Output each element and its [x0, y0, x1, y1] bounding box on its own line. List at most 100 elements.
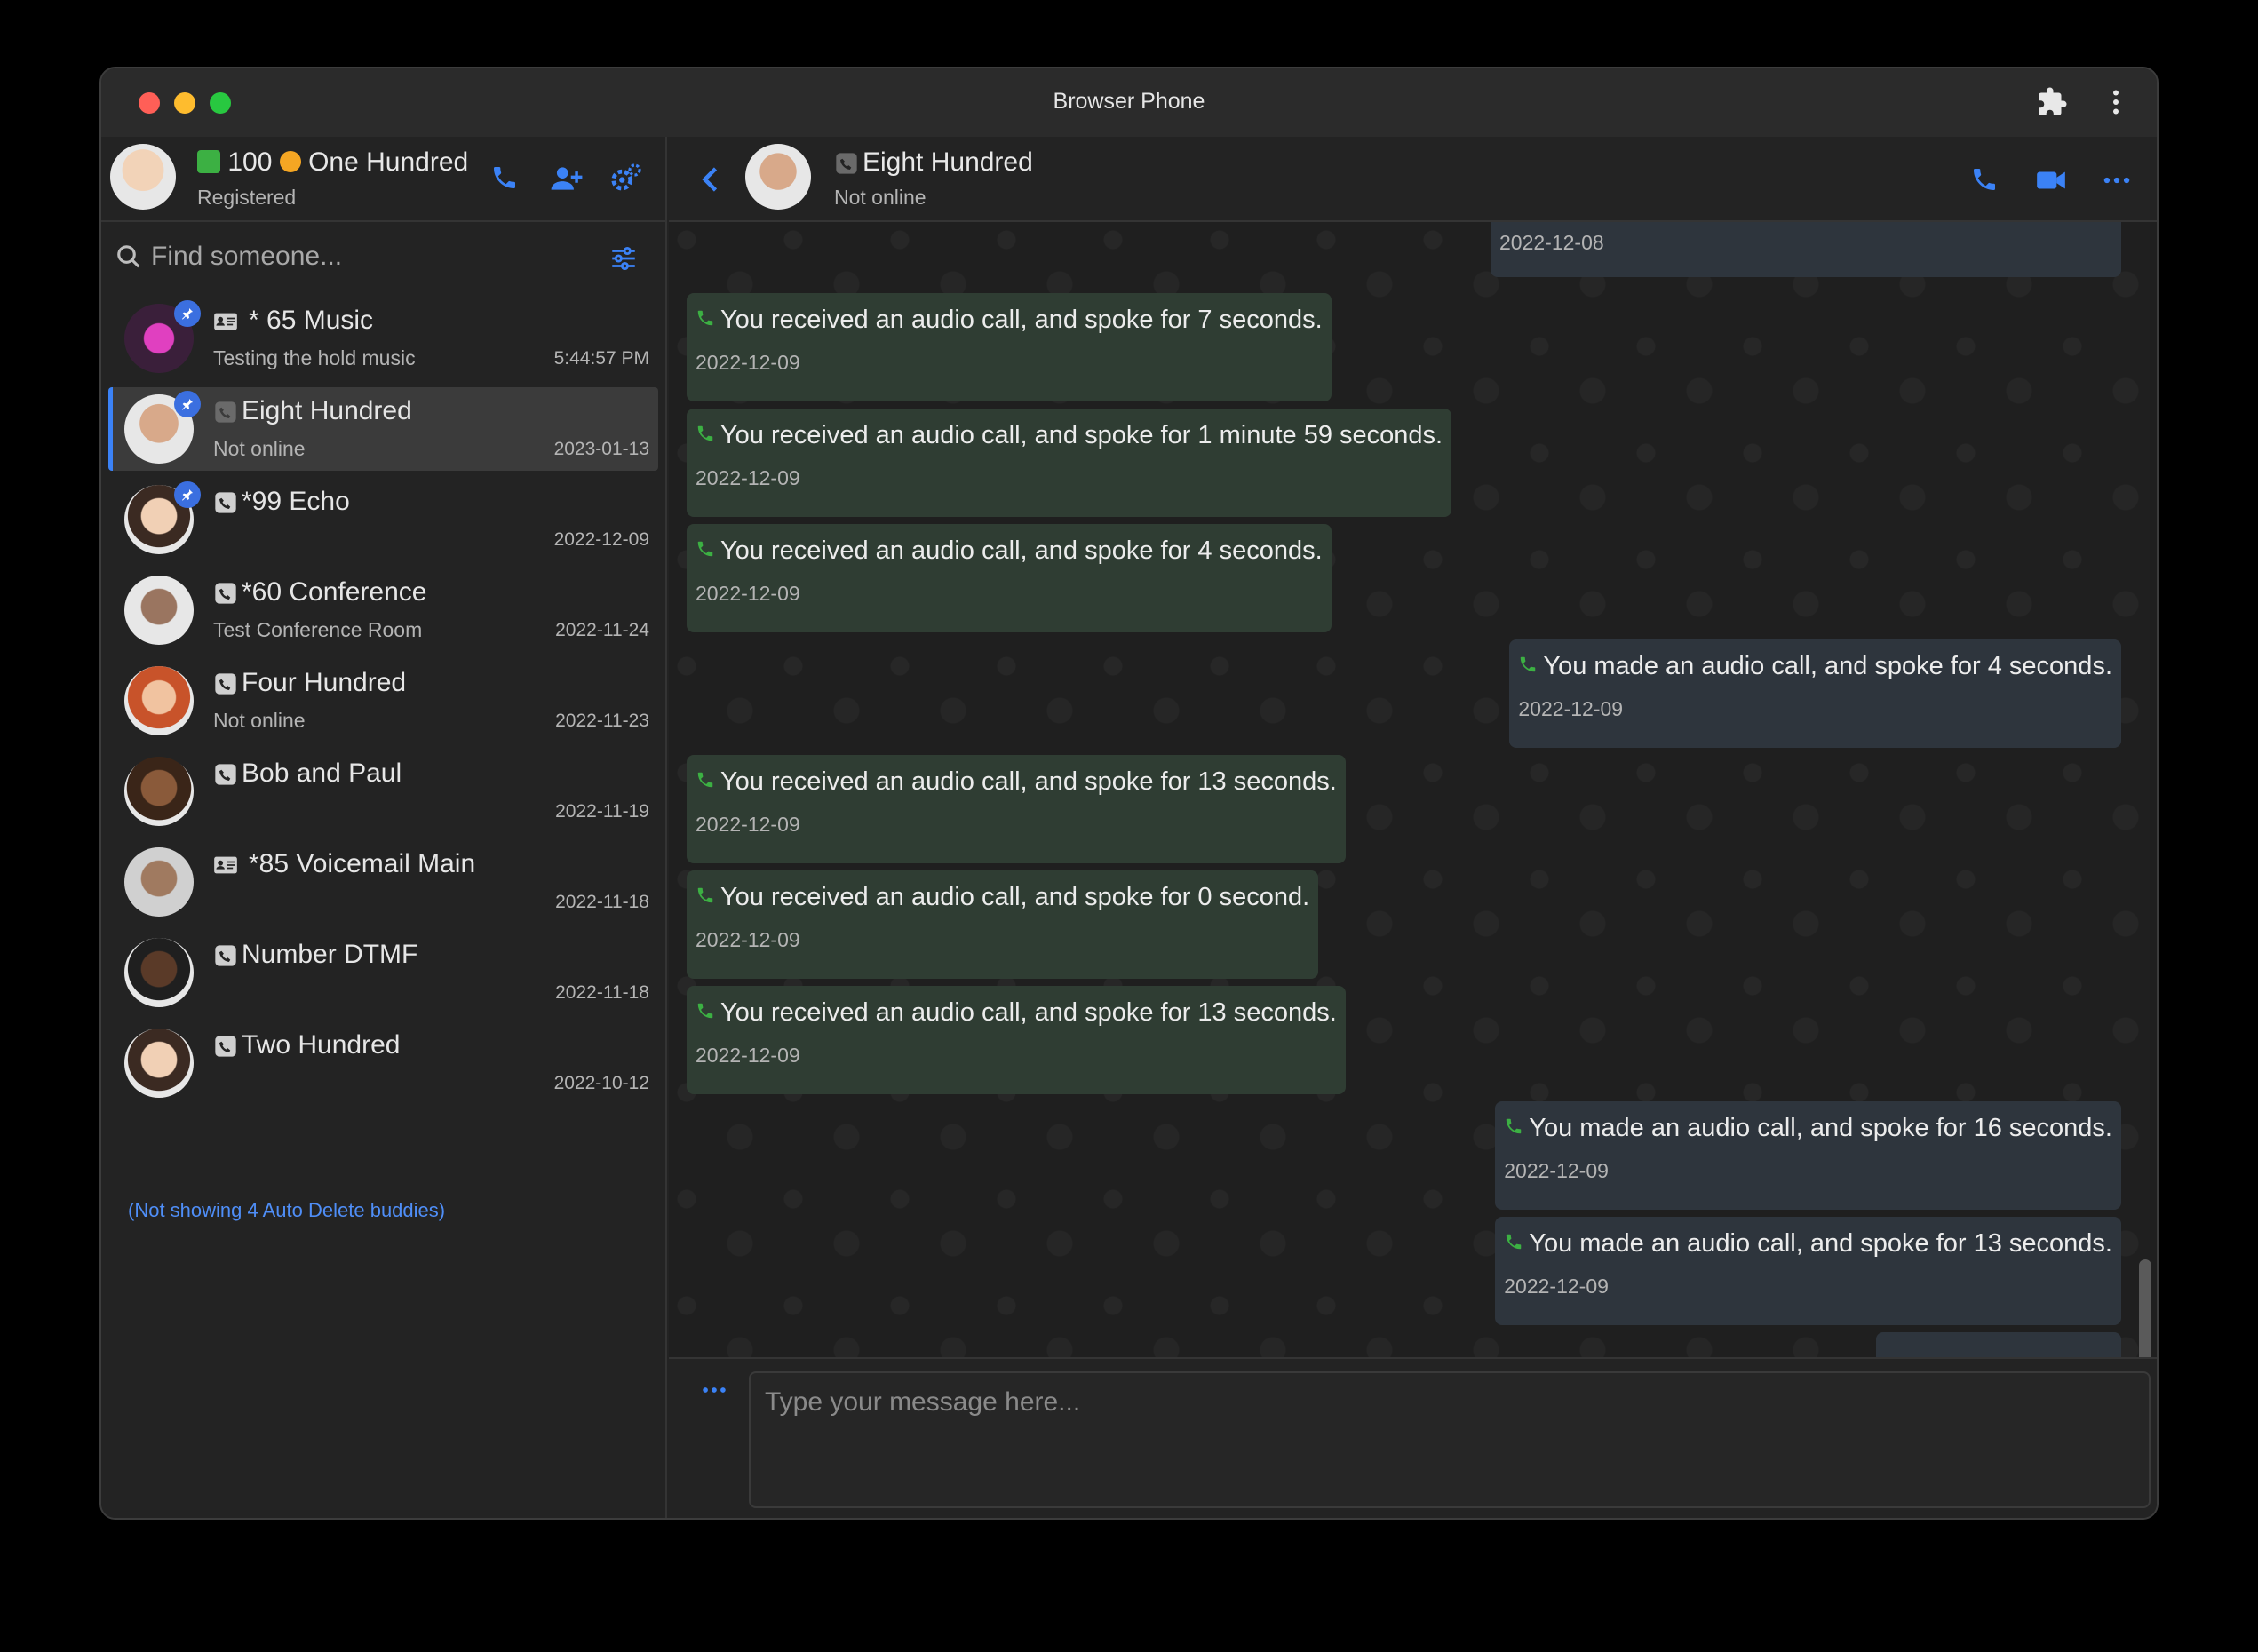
chat-panel: Eight Hundred Not online 2022-12-08 You r…: [669, 137, 2157, 1518]
buddy-item[interactable]: * 65 Music Testing the hold music 5:44:57 …: [101, 293, 667, 384]
call-log-phone-icon: [696, 998, 715, 1028]
profile-header: 100 One Hundred Registered: [101, 137, 667, 222]
call-log-phone-icon: [1504, 1114, 1523, 1143]
search-icon: [117, 245, 140, 268]
more-options-icon[interactable]: [2100, 163, 2134, 197]
add-user-icon[interactable]: [550, 162, 584, 195]
buddy-status: Test Conference Room: [213, 618, 423, 641]
profile-name: 100 One Hundred: [197, 147, 468, 178]
buddy-last-activity: 2022-11-19: [555, 801, 649, 822]
buddy-name: Eight Hundred: [242, 396, 412, 425]
outgoing-message[interactable]: [1876, 1332, 2121, 1357]
buddy-last-activity: 2022-12-09: [553, 529, 649, 550]
message-body: You received an audio call, and spoke fo…: [720, 421, 1443, 449]
message-text: You made an audio call, and spoke for 13…: [1504, 1229, 2112, 1259]
buddy-name: Two Hundred: [242, 1030, 401, 1060]
call-log-phone-icon: [696, 306, 715, 335]
back-chevron-icon[interactable]: [696, 163, 727, 195]
buddy-name: Bob and Paul: [242, 758, 402, 788]
buddy-avatar: [124, 576, 194, 645]
phone-contact-icon: [215, 583, 236, 604]
incoming-message[interactable]: You received an audio call, and spoke fo…: [687, 870, 1319, 979]
contact-card-icon: [214, 856, 237, 874]
title-bar: Browser Phone: [101, 68, 2157, 137]
message-body: You received an audio call, and spoke fo…: [720, 536, 1323, 565]
phone-badge-icon: [197, 150, 220, 173]
call-log-phone-icon: [1504, 1229, 1523, 1259]
message-body: You received an audio call, and spoke fo…: [720, 998, 1337, 1027]
kebab-menu-icon[interactable]: [2100, 86, 2132, 118]
buddy-panel: 100 One Hundred Registered Find someone.…: [101, 137, 667, 1518]
buddy-item[interactable]: *60 Conference Test Conference Room 2022-1…: [101, 565, 667, 655]
buddy-last-activity: 2023-01-13: [553, 439, 649, 459]
pin-icon: [174, 391, 201, 417]
message-text: You made an audio call, and spoke for 4 …: [1518, 652, 2112, 681]
incoming-message[interactable]: You received an audio call, and spoke fo…: [687, 755, 1346, 863]
message-date: 2022-12-09: [696, 466, 800, 489]
search-input[interactable]: [151, 235, 551, 278]
buddy-status: Testing the hold music: [213, 346, 416, 369]
message-input[interactable]: [749, 1371, 2151, 1508]
phone-contact-icon: [215, 401, 236, 423]
message-date: 2022-12-09: [696, 928, 800, 951]
message-date: 2022-12-09: [1518, 697, 1624, 720]
buddy-name: *99 Echo: [242, 487, 350, 516]
dial-phone-icon[interactable]: [490, 163, 519, 192]
composer-more-icon[interactable]: [699, 1375, 729, 1405]
buddy-avatar: [124, 938, 194, 1007]
call-log-phone-icon: [1518, 652, 1538, 681]
incoming-message[interactable]: You received an audio call, and spoke fo…: [687, 986, 1346, 1094]
autodelete-notice[interactable]: (Not showing 4 Auto Delete buddies): [128, 1199, 445, 1222]
outgoing-message[interactable]: You made an audio call, and spoke for 13…: [1495, 1217, 2121, 1325]
buddy-name: *85 Voicemail Main: [249, 849, 476, 878]
message-stream[interactable]: 2022-12-08 You received an audio call, an…: [669, 222, 2157, 1357]
buddy-item[interactable]: *85 Voicemail Main 2022-11-18: [101, 837, 667, 927]
incoming-message[interactable]: You received an audio call, and spoke fo…: [687, 409, 1452, 517]
buddy-status: Not online: [213, 437, 306, 460]
buddy-item[interactable]: *99 Echo 2022-12-09: [101, 474, 667, 565]
message-body: You made an audio call, and spoke for 4 …: [1543, 652, 2112, 680]
buddy-item[interactable]: Four Hundred Not online 2022-11-23: [101, 655, 667, 746]
outgoing-message[interactable]: 2022-12-08: [1491, 222, 2121, 277]
buddy-name: Four Hundred: [242, 668, 407, 697]
message-scrollbar[interactable]: [2139, 1259, 2151, 1357]
pin-icon: [174, 300, 201, 327]
chat-header: Eight Hundred Not online: [669, 137, 2157, 222]
buddy-item[interactable]: Number DTMF 2022-11-18: [101, 927, 667, 1018]
chat-contact-status: Not online: [834, 186, 926, 209]
profile-avatar[interactable]: [110, 144, 176, 210]
contact-card-icon: [214, 313, 237, 330]
buddy-item[interactable]: Bob and Paul 2022-11-19: [101, 746, 667, 837]
message-text: You received an audio call, and spoke fo…: [696, 767, 1337, 797]
app-window: Browser Phone 100 One Hundred Registered: [99, 67, 2159, 1520]
buddy-last-activity: 2022-11-18: [555, 982, 649, 1003]
message-text: You received an audio call, and spoke fo…: [696, 306, 1323, 335]
buddy-item[interactable]: Eight Hundred Not online 2023-01-13: [108, 387, 658, 471]
phone-contact-icon: [215, 945, 236, 966]
chat-contact-name: Eight Hundred: [863, 147, 1033, 177]
extension-puzzle-icon[interactable]: [2036, 86, 2068, 118]
call-log-phone-icon: [696, 421, 715, 450]
profile-display-name: One Hundred: [308, 147, 469, 177]
message-composer: [669, 1357, 2157, 1518]
phone-contact-icon: [215, 764, 236, 785]
outgoing-message[interactable]: You made an audio call, and spoke for 4 …: [1509, 639, 2121, 748]
buddy-name: *60 Conference: [242, 577, 427, 607]
message-body: You received an audio call, and spoke fo…: [720, 767, 1337, 796]
incoming-message[interactable]: You received an audio call, and spoke fo…: [687, 524, 1332, 632]
message-date: 2022-12-09: [1504, 1159, 1609, 1182]
audio-call-icon[interactable]: [1970, 165, 1999, 194]
video-call-icon[interactable]: [2034, 163, 2068, 197]
buddy-item[interactable]: Two Hundred 2022-10-12: [101, 1018, 667, 1108]
settings-gears-icon[interactable]: [609, 162, 643, 195]
buddy-avatar: [124, 757, 194, 826]
message-body: You received an audio call, and spoke fo…: [720, 883, 1310, 911]
outgoing-message[interactable]: You made an audio call, and spoke for 16…: [1495, 1101, 2121, 1210]
buddy-last-activity: 2022-10-12: [553, 1073, 649, 1093]
message-text: You received an audio call, and spoke fo…: [696, 998, 1337, 1028]
filter-sliders-icon[interactable]: [608, 243, 639, 274]
incoming-message[interactable]: You received an audio call, and spoke fo…: [687, 293, 1332, 401]
phone-contact-icon: [215, 492, 236, 513]
buddy-last-activity: 2022-11-24: [555, 620, 649, 640]
phone-contact-icon: [215, 673, 236, 695]
